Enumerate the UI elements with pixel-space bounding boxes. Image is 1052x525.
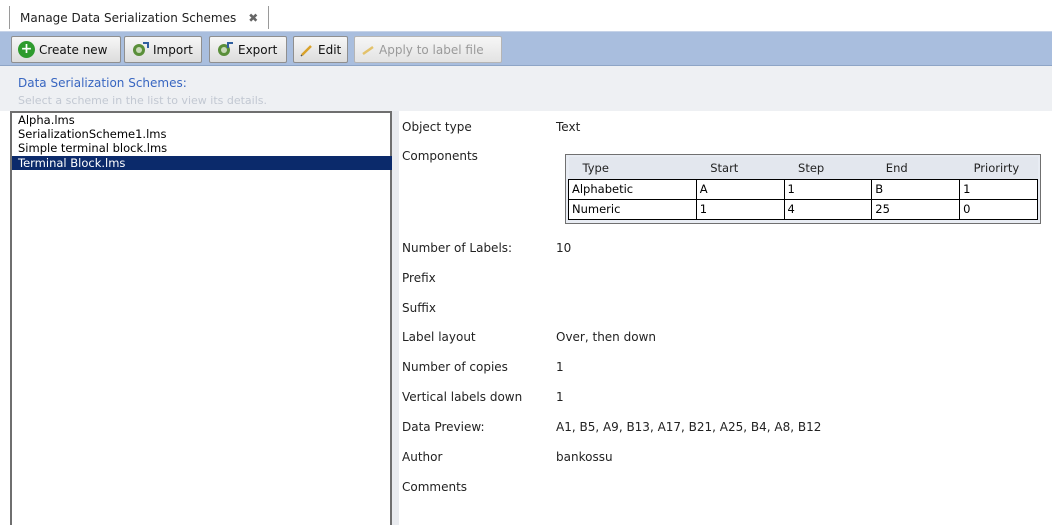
splitter[interactable]	[392, 111, 399, 525]
number-of-labels-value: 10	[556, 241, 572, 255]
author-value: bankossu	[556, 450, 613, 464]
schemes-list[interactable]: Alpha.lms SerializationScheme1.lms Simpl…	[10, 111, 392, 525]
table-cell: 1	[783, 178, 873, 200]
table-cell: Numeric	[568, 198, 697, 220]
export-icon	[216, 41, 234, 58]
object-type-label: Object type	[402, 120, 472, 134]
table-cell: 1	[695, 198, 785, 220]
vertical-labels-down-label: Vertical labels down	[402, 390, 523, 404]
table-cell: B	[871, 178, 961, 200]
tab-strip: Manage Data Serialization Schemes ✖	[0, 0, 1052, 31]
tab-manage-schemes[interactable]: Manage Data Serialization Schemes ✖	[9, 6, 270, 29]
import-icon	[131, 41, 149, 58]
schemes-hint: Select a scheme in the list to view its …	[18, 94, 267, 107]
vertical-labels-down-value: 1	[556, 390, 564, 404]
pencil-icon	[300, 43, 314, 57]
apply-label: Apply to label file	[379, 42, 484, 57]
export-label: Export	[238, 42, 278, 57]
scheme-details: Object type Text Components Type Start S…	[402, 111, 1052, 525]
number-of-copies-label: Number of copies	[402, 360, 508, 374]
import-label: Import	[153, 42, 193, 57]
prefix-label: Prefix	[402, 271, 436, 285]
column-header: End	[871, 157, 960, 179]
tab-label: Manage Data Serialization Schemes	[20, 10, 237, 25]
close-tab-icon[interactable]: ✖	[248, 11, 258, 25]
suffix-label: Suffix	[402, 301, 436, 315]
table-cell: 25	[871, 198, 961, 220]
label-layout-label: Label layout	[402, 330, 476, 344]
components-table: Type Start Step End Priorirty Alphabetic…	[565, 154, 1041, 224]
table-row: Alphabetic A 1 B 1	[568, 178, 1038, 200]
list-item[interactable]: Alpha.lms	[12, 113, 390, 127]
schemes-title: Data Serialization Schemes:	[18, 76, 187, 90]
import-button[interactable]: Import	[124, 36, 202, 63]
list-item[interactable]: SerializationScheme1.lms	[12, 127, 390, 141]
table-row: Numeric 1 4 25 0	[568, 198, 1038, 220]
schemes-header: Data Serialization Schemes: Select a sch…	[0, 66, 1052, 111]
column-header: Type	[568, 157, 697, 179]
toolbar: + Create new Import Export Edit Apply to…	[0, 31, 1052, 66]
export-button[interactable]: Export	[209, 36, 287, 63]
list-item-selected[interactable]: Terminal Block.lms	[12, 156, 392, 170]
number-of-copies-value: 1	[556, 360, 564, 374]
add-icon: +	[18, 41, 35, 58]
table-cell: 0	[959, 198, 1038, 220]
number-of-labels-label: Number of Labels:	[402, 241, 513, 255]
column-header: Start	[696, 157, 785, 179]
create-new-label: Create new	[39, 42, 108, 57]
data-preview-label: Data Preview:	[402, 420, 485, 434]
edit-button[interactable]: Edit	[293, 36, 348, 63]
table-cell: 1	[959, 178, 1038, 200]
column-header: Priorirty	[959, 157, 1038, 179]
author-label: Author	[402, 450, 443, 464]
create-new-button[interactable]: + Create new	[11, 36, 121, 63]
edit-label: Edit	[318, 42, 342, 57]
table-cell: Alphabetic	[568, 178, 697, 200]
apply-to-label-file-button[interactable]: Apply to label file	[354, 36, 502, 63]
table-cell: A	[695, 178, 785, 200]
components-label: Components	[402, 149, 478, 163]
label-layout-value: Over, then down	[556, 330, 656, 344]
object-type-value: Text	[556, 120, 581, 134]
list-item[interactable]: Simple terminal block.lms	[12, 141, 390, 155]
column-header: Step	[784, 157, 872, 179]
data-preview-value: A1, B5, A9, B13, A17, B21, A25, B4, A8, …	[556, 420, 822, 434]
comments-label: Comments	[402, 480, 468, 494]
table-cell: 4	[783, 198, 873, 220]
apply-icon	[361, 43, 375, 57]
